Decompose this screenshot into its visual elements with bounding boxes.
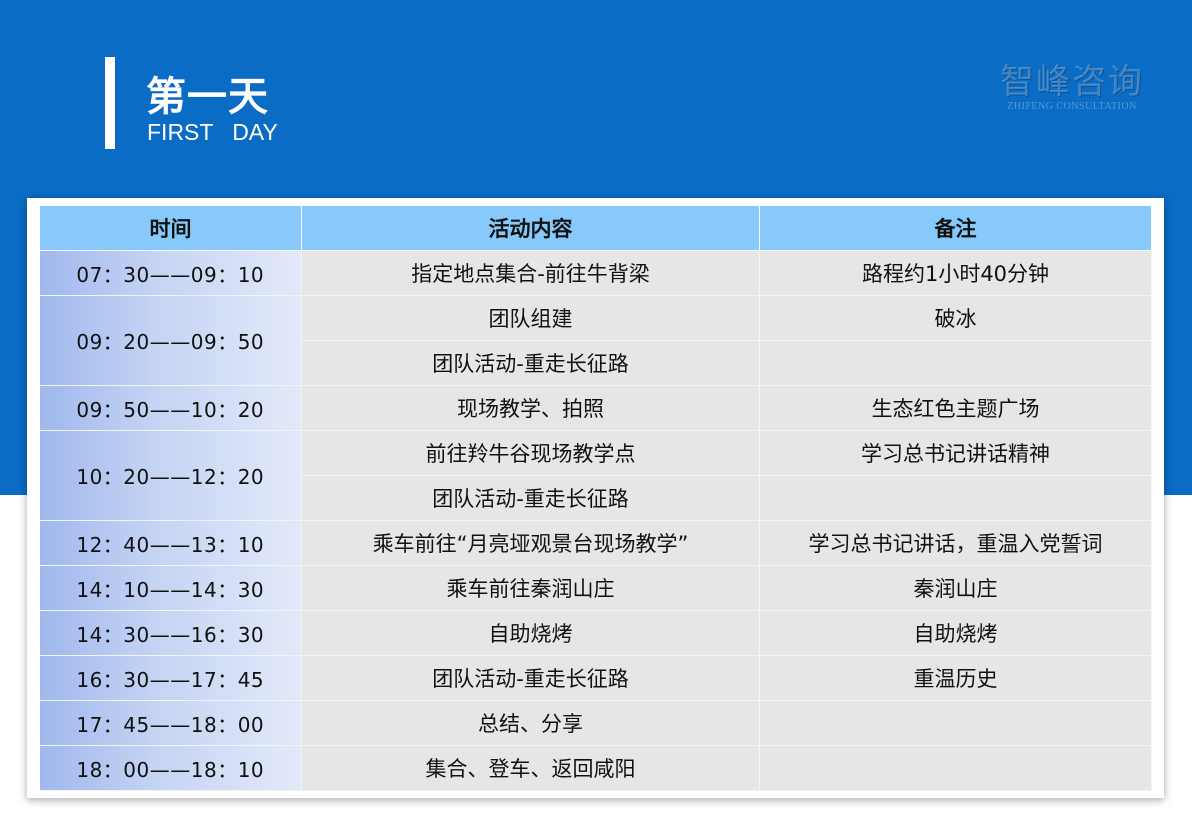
page-subtitle: FIRST DAY [147,119,278,145]
note-cell: 重温历史 [759,655,1152,701]
activity-cell: 团队活动-重走长征路 [301,655,760,701]
time-cell: 09：20——09：50 [39,295,302,386]
note-cell [759,700,1152,746]
activity-cell: 团队活动-重走长征路 [301,475,760,521]
logo-text: 智峰咨询 [1000,62,1144,102]
time-cell: 10：20——12：20 [39,430,302,521]
note-cell: 破冰 [759,295,1152,341]
activity-cell: 乘车前往“月亮垭观景台现场教学” [301,520,760,566]
time-cell: 16：30——17：45 [39,655,302,701]
activity-cell: 总结、分享 [301,700,760,746]
brand-logo: 智峰咨询 ZHIFENG CONSULTATION [996,54,1148,114]
time-cell: 12：40——13：10 [39,520,302,566]
schedule-table: 时间 活动内容 备注 07：30——09：10 指定地点集合-前往牛背梁 路程约… [39,205,1152,791]
note-cell [759,745,1152,791]
activity-cell: 团队组建 [301,295,760,341]
activity-cell: 团队活动-重走长征路 [301,340,760,386]
header-note: 备注 [759,205,1152,251]
table-row: 09：50——10：20 现场教学、拍照 生态红色主题广场 [39,385,1152,431]
time-cell: 09：50——10：20 [39,385,302,431]
schedule-card: 时间 活动内容 备注 07：30——09：10 指定地点集合-前往牛背梁 路程约… [27,198,1164,798]
table-header-row: 时间 活动内容 备注 [39,205,1152,251]
title-accent-bar [105,57,115,149]
note-cell [759,340,1152,386]
time-cell: 14：30——16：30 [39,610,302,656]
note-cell: 学习总书记讲话，重温入党誓词 [759,520,1152,566]
table-row: 10：20——12：20 前往羚牛谷现场教学点 学习总书记讲话精神 [39,430,1152,521]
activity-cell: 指定地点集合-前往牛背梁 [301,250,760,296]
activity-cell: 现场教学、拍照 [301,385,760,431]
activity-cell: 前往羚牛谷现场教学点 [301,430,760,476]
note-cell: 学习总书记讲话精神 [759,430,1152,476]
header-activity: 活动内容 [301,205,760,251]
logo-subtext: ZHIFENG CONSULTATION [1007,101,1137,112]
table-row: 14：30——16：30 自助烧烤 自助烧烤 [39,610,1152,656]
table-row: 18：00——18：10 集合、登车、返回咸阳 [39,745,1152,791]
table-row: 16：30——17：45 团队活动-重走长征路 重温历史 [39,655,1152,701]
header-time: 时间 [39,205,302,251]
table-row: 14：10——14：30 乘车前往秦润山庄 秦润山庄 [39,565,1152,611]
table-row: 09：20——09：50 团队组建 破冰 [39,295,1152,386]
page-title: 第一天 [146,74,269,120]
time-cell: 07：30——09：10 [39,250,302,296]
note-cell: 自助烧烤 [759,610,1152,656]
note-cell: 秦润山庄 [759,565,1152,611]
note-cell [759,475,1152,521]
activity-cell: 集合、登车、返回咸阳 [301,745,760,791]
table-row: 07：30——09：10 指定地点集合-前往牛背梁 路程约1小时40分钟 [39,250,1152,296]
table-row: 12：40——13：10 乘车前往“月亮垭观景台现场教学” 学习总书记讲话，重温… [39,520,1152,566]
time-cell: 17：45——18：00 [39,700,302,746]
activity-cell: 自助烧烤 [301,610,760,656]
note-cell: 生态红色主题广场 [759,385,1152,431]
time-cell: 14：10——14：30 [39,565,302,611]
activity-cell: 乘车前往秦润山庄 [301,565,760,611]
table-row: 17：45——18：00 总结、分享 [39,700,1152,746]
time-cell: 18：00——18：10 [39,745,302,791]
note-cell: 路程约1小时40分钟 [759,250,1152,296]
